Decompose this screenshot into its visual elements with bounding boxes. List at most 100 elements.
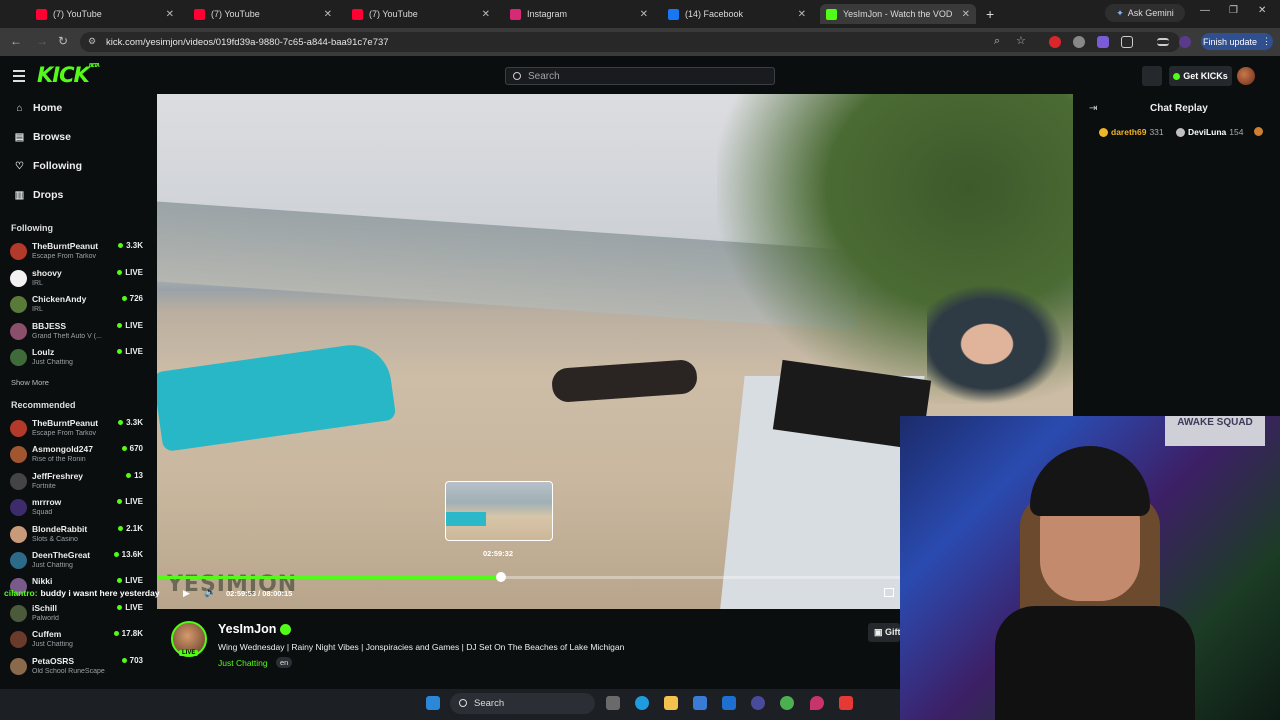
sidebar-channel[interactable]: BlondeRabbit Slots & Casino 2.1K <box>10 524 150 550</box>
bookmark-star-icon[interactable]: ☆ <box>1016 34 1026 47</box>
sidebar-channel[interactable]: BBJESS Grand Theft Auto V (... LIVE <box>10 321 150 347</box>
sidebar-nav-label: Following <box>33 160 82 172</box>
browser-tab[interactable]: (7) YouTube ✕ <box>346 4 496 24</box>
extension-record-icon[interactable] <box>1049 36 1061 48</box>
close-tab-icon[interactable]: ✕ <box>324 9 332 20</box>
get-kicks-button[interactable]: Get KICKs <box>1169 66 1232 86</box>
browser-tab[interactable]: YesImJon - Watch the VOD ✕ <box>820 4 976 24</box>
forward-icon[interactable]: → <box>36 34 48 48</box>
browser-tab[interactable]: (14) Facebook ✕ <box>662 4 812 24</box>
minimize-icon[interactable]: — <box>1200 5 1210 16</box>
back-icon[interactable]: ← <box>10 34 22 48</box>
file-explorer-icon[interactable] <box>664 696 678 710</box>
layout-icon[interactable] <box>1142 66 1162 86</box>
gifter-badge-icon[interactable] <box>1254 127 1263 136</box>
fullscreen-icon[interactable] <box>884 588 894 597</box>
new-tab-button[interactable]: + <box>980 4 1000 24</box>
sidebar-nav-drops[interactable]: ▥ Drops <box>14 189 64 201</box>
channel-category: Slots & Casino <box>32 535 78 543</box>
sidebar-nav-home[interactable]: ⌂ Home <box>14 102 62 114</box>
sidebar-channel[interactable]: TheBurntPeanut Escape From Tarkov 3.3K <box>10 418 150 444</box>
play-icon[interactable]: ▶ <box>183 588 190 599</box>
gift-button[interactable]: ▣ Gift <box>868 623 900 642</box>
sidebar-nav-following[interactable]: ♡ Following <box>14 160 82 172</box>
live-dot-icon <box>113 631 119 637</box>
stream-info: LIVE YesImJon Wing Wednesday | Rainy Nig… <box>157 609 900 689</box>
sidebar-channel[interactable]: mrrrow Squad LIVE <box>10 497 150 523</box>
recording-app-icon[interactable] <box>839 696 853 710</box>
chrome-icon[interactable] <box>780 696 794 710</box>
close-tab-icon[interactable]: ✕ <box>962 9 970 20</box>
task-view-icon[interactable] <box>606 696 620 710</box>
stream-category[interactable]: Just Chatting <box>218 658 268 668</box>
taskbar-search[interactable]: Search <box>450 693 595 714</box>
sidebar-channel[interactable]: ChickenAndy IRL 726 <box>10 294 150 320</box>
kick-logo[interactable]: KICKBETA <box>37 63 100 87</box>
viewer-count-text: 3.3K <box>126 241 143 250</box>
avatar <box>10 446 27 464</box>
extension-icon[interactable] <box>1097 36 1109 48</box>
close-tab-icon[interactable]: ✕ <box>798 9 806 20</box>
reading-list-icon[interactable] <box>1157 38 1169 46</box>
sidebar-channel[interactable]: Loulz Just Chatting LIVE <box>10 347 150 373</box>
browser-tab[interactable]: (7) YouTube ✕ <box>188 4 338 24</box>
channel-name: mrrrow <box>32 497 62 508</box>
sidebar-channel[interactable]: shoovy IRL LIVE <box>10 268 150 294</box>
url-text[interactable]: kick.com/yesimjon/videos/019fd39a-9880-7… <box>106 37 389 48</box>
sidebar-channel[interactable]: PetaOSRS Old School RuneScape 703 <box>10 656 150 682</box>
viewer-count-text: LIVE <box>125 267 143 277</box>
sidebar-channel[interactable]: Asmongold247 Rise of the Ronin 670 <box>10 444 150 470</box>
reload-icon[interactable]: ↻ <box>58 34 68 48</box>
browser-tab[interactable]: (7) YouTube ✕ <box>30 4 180 24</box>
search-input[interactable]: Search <box>505 67 775 85</box>
video-scene-towel <box>157 340 397 452</box>
language-tag[interactable]: en <box>276 657 293 668</box>
close-window-icon[interactable]: ✕ <box>1258 5 1266 16</box>
collapse-chat-icon[interactable]: ⇥ <box>1089 103 1097 114</box>
zoom-icon[interactable]: ⌕ <box>994 35 1000 48</box>
profile-avatar[interactable] <box>1179 36 1191 48</box>
viewer-count: 13 <box>126 471 143 480</box>
search-icon <box>513 72 521 80</box>
browser-tab[interactable]: Instagram ✕ <box>504 4 654 24</box>
sidebar-channel[interactable]: TheBurntPeanut Escape From Tarkov 3.3K <box>10 241 150 267</box>
user-avatar[interactable] <box>1237 67 1255 85</box>
finish-update-button[interactable]: Finish update ⋮ <box>1201 33 1273 50</box>
sidebar-channel[interactable]: DeenTheGreat Just Chatting 13.6K <box>10 550 150 576</box>
windows-start-icon[interactable] <box>426 696 440 710</box>
app-icon[interactable] <box>751 696 765 710</box>
live-dot-icon <box>118 243 124 248</box>
sidebar-channel[interactable]: JeffFreshrey Fortnite 13 <box>10 471 150 497</box>
volume-icon[interactable]: 🔈 <box>204 587 216 598</box>
close-tab-icon[interactable]: ✕ <box>482 9 490 20</box>
maximize-icon[interactable]: ❐ <box>1229 5 1238 16</box>
close-tab-icon[interactable]: ✕ <box>166 9 174 20</box>
close-tab-icon[interactable]: ✕ <box>640 9 648 20</box>
sidebar-channel[interactable]: Cuffem Just Chatting 17.8K <box>10 629 150 655</box>
mail-icon[interactable] <box>722 696 736 710</box>
channel-category: Squad <box>32 509 53 517</box>
channel-name[interactable]: YesImJon <box>218 622 276 636</box>
ask-gemini-button[interactable]: ✦ Ask Gemini <box>1105 4 1185 22</box>
live-dot-icon <box>118 525 124 531</box>
top-gifter[interactable]: DeviLuna 154 <box>1176 127 1243 137</box>
menu-icon[interactable] <box>13 70 25 85</box>
maps-icon[interactable] <box>810 696 824 710</box>
viewer-count-text: 13 <box>134 470 143 480</box>
recommended-header: Recommended <box>11 400 76 410</box>
edge-icon[interactable] <box>635 696 649 710</box>
home-icon: ⌂ <box>16 102 23 114</box>
extensions-puzzle-icon[interactable] <box>1121 36 1133 48</box>
sidebar-nav-browse[interactable]: ▤ Browse <box>14 131 71 143</box>
store-icon[interactable] <box>693 696 707 710</box>
channel-category: Just Chatting <box>32 641 73 649</box>
seek-bar-handle[interactable] <box>496 572 506 582</box>
show-more-link[interactable]: Show More <box>11 378 49 387</box>
viewer-count: LIVE <box>117 497 143 506</box>
channel-name: BlondeRabbit <box>32 523 88 534</box>
webcam-overlay: AWAKE SQUAD <box>900 416 1280 720</box>
site-info-icon[interactable]: ⚙ <box>88 36 96 47</box>
extension-icon[interactable] <box>1073 36 1085 48</box>
sidebar-channel[interactable]: iSchill Palworld LIVE <box>10 603 150 629</box>
top-gifter[interactable]: dareth69 331 <box>1099 127 1164 137</box>
